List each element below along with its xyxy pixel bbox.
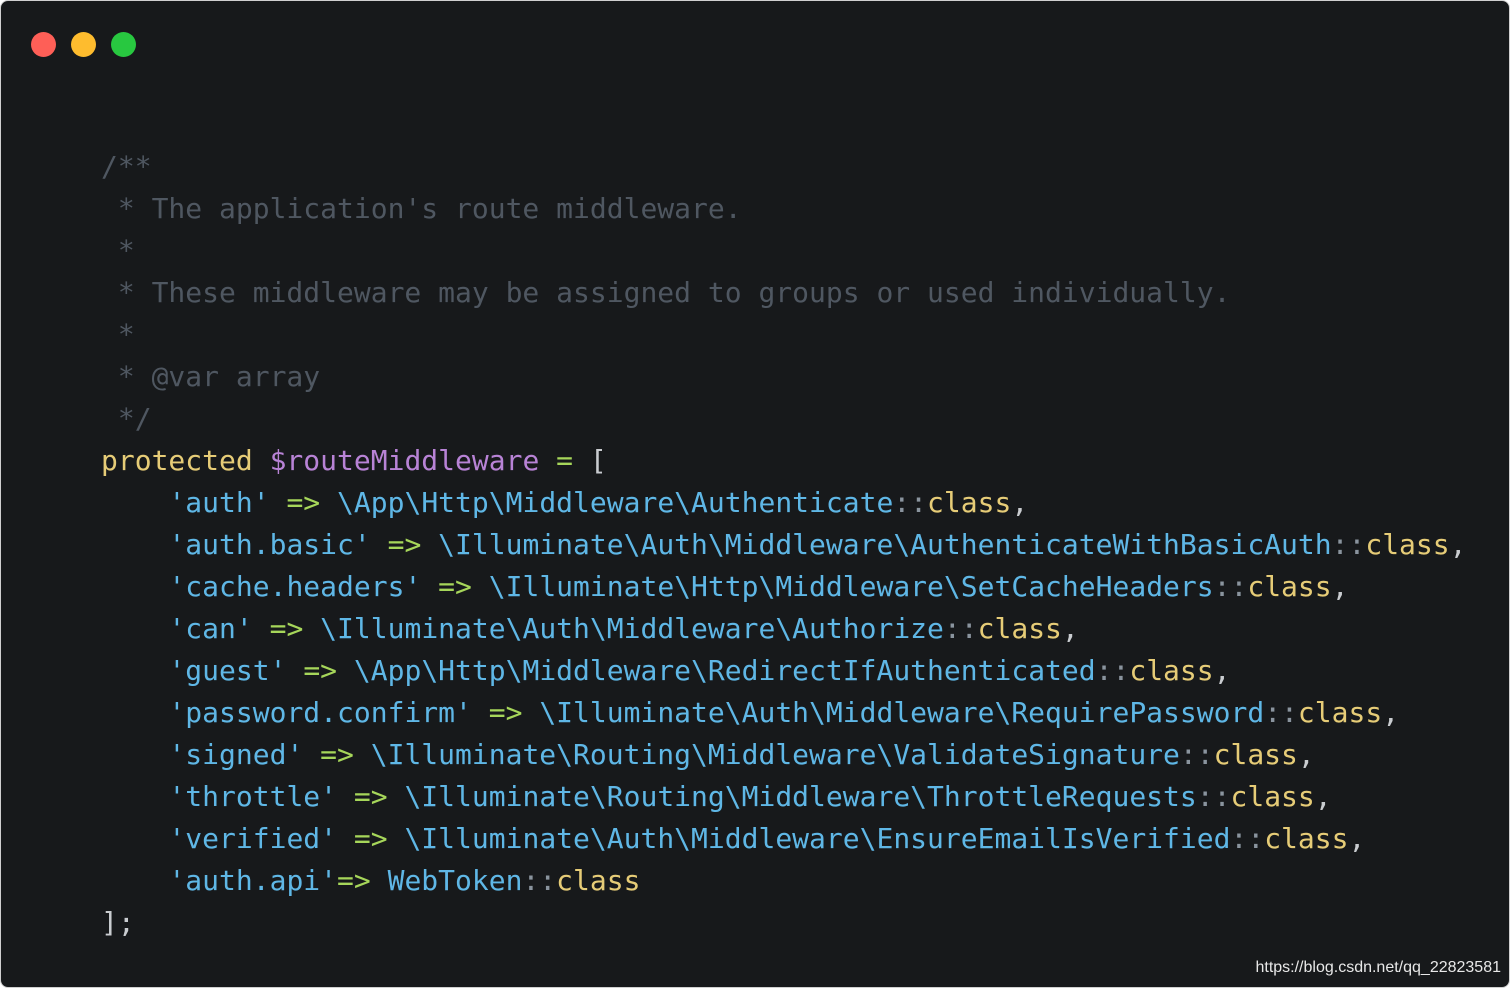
array-entry: 'can' => \Illuminate\Auth\Middleware\Aut… <box>101 608 1467 650</box>
close-bracket: ]; <box>101 906 135 939</box>
entry-key: 'auth.api' <box>168 864 338 897</box>
entry-suffix: , <box>1297 738 1315 771</box>
minimize-button[interactable] <box>71 32 96 57</box>
declaration-line: protected $routeMiddleware = [ <box>101 440 1467 482</box>
entry-suffix: , <box>1213 654 1231 687</box>
class-keyword: class <box>1365 528 1450 561</box>
arrow-operator: => <box>387 528 422 561</box>
array-entry: 'cache.headers' => \Illuminate\Http\Midd… <box>101 566 1467 608</box>
entry-suffix: , <box>1348 822 1366 855</box>
arrow-operator: => <box>303 654 338 687</box>
arrow-operator: => <box>286 486 321 519</box>
class-keyword: class <box>556 864 641 897</box>
double-colon: :: <box>522 864 557 897</box>
double-colon: :: <box>1196 780 1231 813</box>
array-entry: 'auth.api'=> WebToken::class <box>101 860 1467 902</box>
keyword-protected: protected <box>101 444 253 477</box>
class-keyword: class <box>1230 780 1315 813</box>
entry-suffix: , <box>1331 570 1349 603</box>
entry-class-path: \Illuminate\Auth\Middleware\RequirePassw… <box>539 696 1265 729</box>
entry-suffix: , <box>1382 696 1400 729</box>
arrow-operator: => <box>438 570 472 603</box>
code-block: /** * The application's route middleware… <box>101 146 1467 944</box>
entry-key: 'auth.basic' <box>168 528 371 561</box>
entry-class-path: \Illuminate\Auth\Middleware\EnsureEmailI… <box>404 822 1231 855</box>
arrow-operator: => <box>320 738 354 771</box>
entry-key: 'signed' <box>168 738 304 771</box>
entry-class-path: \Illuminate\Http\Middleware\SetCacheHead… <box>488 570 1214 603</box>
entry-key: 'auth' <box>168 486 270 519</box>
entry-class-path: \App\Http\Middleware\Authenticate <box>337 486 894 519</box>
entries-list: 'auth' => \App\Http\Middleware\Authentic… <box>101 482 1467 902</box>
class-keyword: class <box>1213 738 1298 771</box>
entry-key: 'password.confirm' <box>168 696 472 729</box>
entry-suffix: , <box>1449 528 1467 561</box>
double-colon: :: <box>1213 570 1248 603</box>
entry-key: 'cache.headers' <box>168 570 422 603</box>
arrow-operator: => <box>353 780 388 813</box>
class-keyword: class <box>1129 654 1214 687</box>
comment-line: * These middleware may be assigned to gr… <box>101 276 1231 309</box>
entry-suffix: , <box>1061 612 1079 645</box>
arrow-operator: => <box>488 696 523 729</box>
class-keyword: class <box>1247 570 1332 603</box>
entry-suffix: , <box>1011 486 1029 519</box>
entry-class-path: \Illuminate\Auth\Middleware\Authorize <box>320 612 944 645</box>
entry-class-path: WebToken <box>387 864 523 897</box>
entry-key: 'guest' <box>168 654 287 687</box>
close-button[interactable] <box>31 32 56 57</box>
double-colon: :: <box>943 612 978 645</box>
comment-line: /** <box>101 150 152 183</box>
double-colon: :: <box>1179 738 1214 771</box>
arrow-operator: => <box>337 864 371 897</box>
class-keyword: class <box>977 612 1062 645</box>
class-keyword: class <box>927 486 1012 519</box>
entry-class-path: \Illuminate\Routing\Middleware\ThrottleR… <box>404 780 1197 813</box>
window-controls <box>31 32 136 57</box>
entry-key: 'verified' <box>168 822 338 855</box>
double-colon: :: <box>1331 528 1366 561</box>
double-colon: :: <box>1095 654 1130 687</box>
class-keyword: class <box>1297 696 1383 729</box>
comment-line: * The application's route middleware. <box>101 192 742 225</box>
comment-line: * @var array <box>101 360 321 393</box>
array-entry: 'throttle' => \Illuminate\Routing\Middle… <box>101 776 1467 818</box>
comment-line: */ <box>101 402 152 435</box>
double-colon: :: <box>893 486 928 519</box>
comment-line: * <box>101 318 135 351</box>
entry-key: 'can' <box>168 612 253 645</box>
array-entry: 'signed' => \Illuminate\Routing\Middlewa… <box>101 734 1467 776</box>
zoom-button[interactable] <box>111 32 136 57</box>
code-window: /** * The application's route middleware… <box>0 0 1510 988</box>
double-colon: :: <box>1264 696 1298 729</box>
entry-class-path: \Illuminate\Routing\Middleware\ValidateS… <box>370 738 1180 771</box>
array-entry: 'auth' => \App\Http\Middleware\Authentic… <box>101 482 1467 524</box>
class-keyword: class <box>1264 822 1349 855</box>
open-bracket: [ <box>589 444 607 477</box>
entry-suffix: , <box>1314 780 1332 813</box>
arrow-operator: => <box>353 822 388 855</box>
watermark-url: https://blog.csdn.net/qq_22823581 <box>1255 959 1501 976</box>
variable-name: $routeMiddleware <box>269 444 540 477</box>
entry-class-path: \Illuminate\Auth\Middleware\Authenticate… <box>438 528 1332 561</box>
arrow-operator: => <box>269 612 304 645</box>
array-entry: 'password.confirm' => \Illuminate\Auth\M… <box>101 692 1467 734</box>
double-colon: :: <box>1230 822 1265 855</box>
array-entry: 'guest' => \App\Http\Middleware\Redirect… <box>101 650 1467 692</box>
entry-key: 'throttle' <box>168 780 338 813</box>
array-entry: 'auth.basic' => \Illuminate\Auth\Middlew… <box>101 524 1467 566</box>
entry-class-path: \App\Http\Middleware\RedirectIfAuthentic… <box>353 654 1096 687</box>
assign-operator: = <box>556 444 574 477</box>
comment-line: * <box>101 234 135 267</box>
array-entry: 'verified' => \Illuminate\Auth\Middlewar… <box>101 818 1467 860</box>
